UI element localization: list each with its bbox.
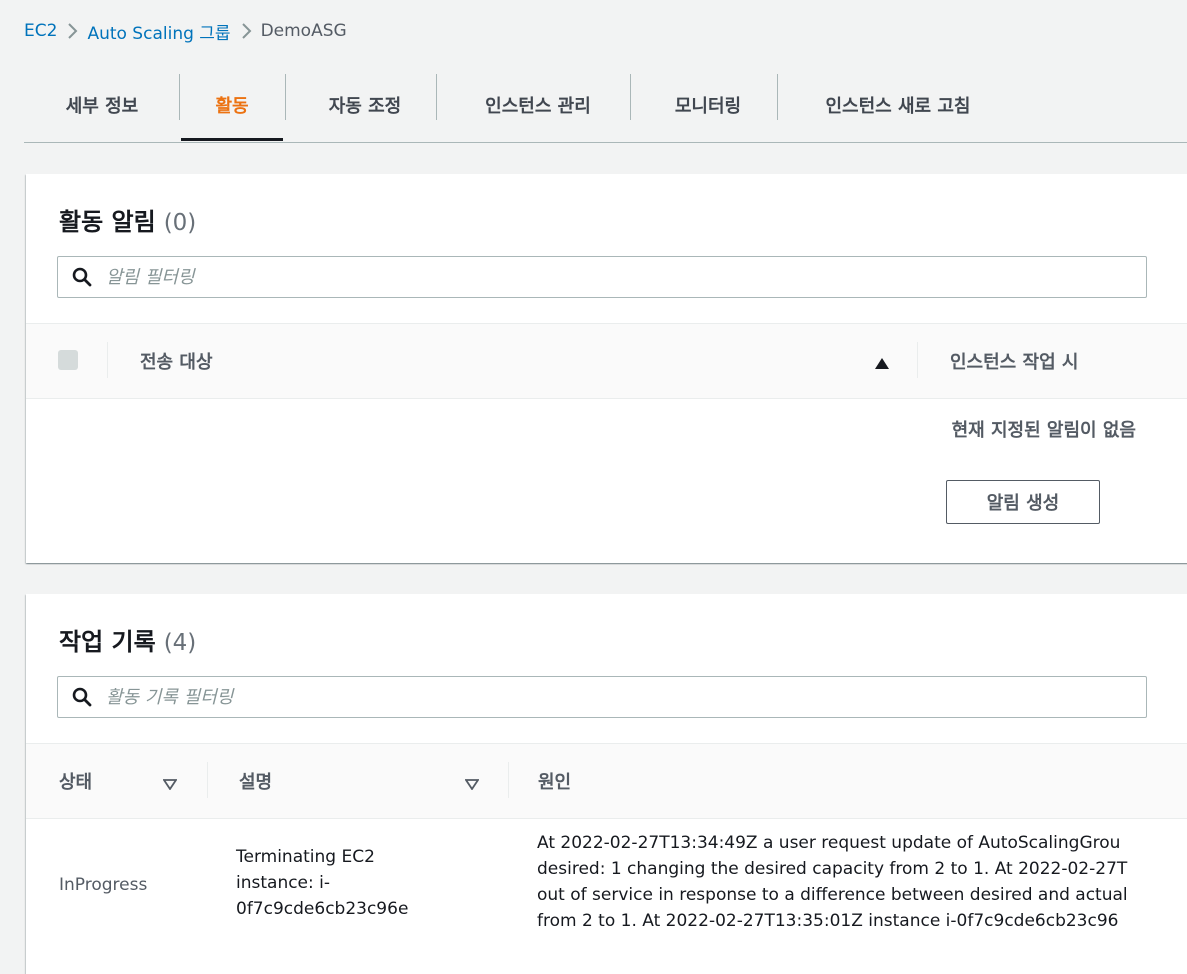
tab-divider (179, 74, 180, 120)
tab-details[interactable]: 세부 정보 (34, 70, 170, 140)
tab-divider (285, 74, 286, 120)
history-filter-input[interactable] (104, 685, 1146, 709)
cause-line: out of service in response to a differen… (537, 885, 1128, 905)
description-line: instance: i- (236, 873, 331, 893)
column-divider (508, 762, 509, 798)
history-title: 작업 기록 (59, 628, 156, 656)
notifications-title: 활동 알림 (59, 208, 156, 236)
status-cell: InProgress (59, 875, 148, 895)
cause-line: At 2022-02-27T13:34:49Z a user request u… (537, 833, 1121, 853)
activity-history-panel: 작업 기록 (4) 상태 설명 원인 InProgress Terminatin… (26, 594, 1187, 974)
sort-descending-icon[interactable] (162, 775, 178, 794)
column-divider (107, 342, 108, 378)
notifications-count: (0) (163, 210, 197, 236)
history-table-header: 상태 설명 원인 (26, 743, 1187, 819)
search-icon (72, 687, 92, 707)
notifications-filter-input[interactable] (104, 265, 1146, 289)
column-divider (207, 762, 208, 798)
description-cell: Terminating EC2 instance: i- 0f7c9cde6cb… (236, 844, 496, 922)
column-cause[interactable]: 원인 (538, 744, 571, 818)
tab-instance-refresh[interactable]: 인스턴스 새로 고침 (784, 70, 1012, 140)
cause-cell: At 2022-02-27T13:34:49Z a user request u… (537, 830, 1187, 934)
breadcrumb-asg-link[interactable]: Auto Scaling 그룹 (87, 19, 230, 44)
select-all-checkbox[interactable] (58, 350, 78, 370)
tab-divider (777, 74, 778, 120)
tab-monitoring[interactable]: 모니터링 (640, 70, 776, 140)
column-divider (917, 342, 918, 378)
history-filter (57, 676, 1147, 718)
breadcrumb-current: DemoASG (260, 21, 347, 41)
chevron-right-icon (231, 22, 261, 40)
tab-activity[interactable]: 활동 (181, 70, 283, 141)
create-notification-button[interactable]: 알림 생성 (946, 480, 1100, 524)
tab-instance-management[interactable]: 인스턴스 관리 (444, 70, 632, 140)
activity-notifications-panel: 활동 알림 (0) 전송 대상 인스턴스 작업 시 현재 지정된 알림이 없음 … (26, 174, 1187, 563)
history-header: 작업 기록 (4) (59, 622, 196, 657)
column-destination[interactable]: 전송 대상 (140, 324, 213, 398)
description-line: 0f7c9cde6cb23c96e (236, 899, 409, 919)
column-instance-action[interactable]: 인스턴스 작업 시 (950, 324, 1078, 398)
search-icon (72, 267, 92, 287)
notifications-filter (57, 256, 1147, 298)
history-count: (4) (163, 630, 197, 656)
sort-descending-icon[interactable] (464, 775, 480, 794)
breadcrumb-ec2-link[interactable]: EC2 (24, 21, 57, 41)
chevron-right-icon (57, 22, 87, 40)
tab-divider (436, 74, 437, 120)
column-status[interactable]: 상태 (59, 744, 92, 818)
cause-line: from 2 to 1. At 2022-02-27T13:35:01Z ins… (537, 911, 1119, 931)
breadcrumb: EC2 Auto Scaling 그룹 DemoASG (24, 18, 347, 44)
cause-line: desired: 1 changing the desired capacity… (537, 859, 1128, 879)
column-description[interactable]: 설명 (239, 744, 272, 818)
tab-bar: 세부 정보 활동 자동 조정 인스턴스 관리 모니터링 인스턴스 새로 고침 (24, 70, 1187, 143)
notifications-table-header: 전송 대상 인스턴스 작업 시 (26, 323, 1187, 399)
description-line: Terminating EC2 (236, 847, 375, 867)
tab-automatic-scaling[interactable]: 자동 조정 (294, 70, 436, 140)
empty-notifications-message: 현재 지정된 알림이 없음 (951, 420, 1136, 441)
sort-ascending-icon[interactable] (875, 354, 889, 373)
notifications-header: 활동 알림 (0) (59, 202, 196, 237)
tab-divider (630, 74, 631, 120)
